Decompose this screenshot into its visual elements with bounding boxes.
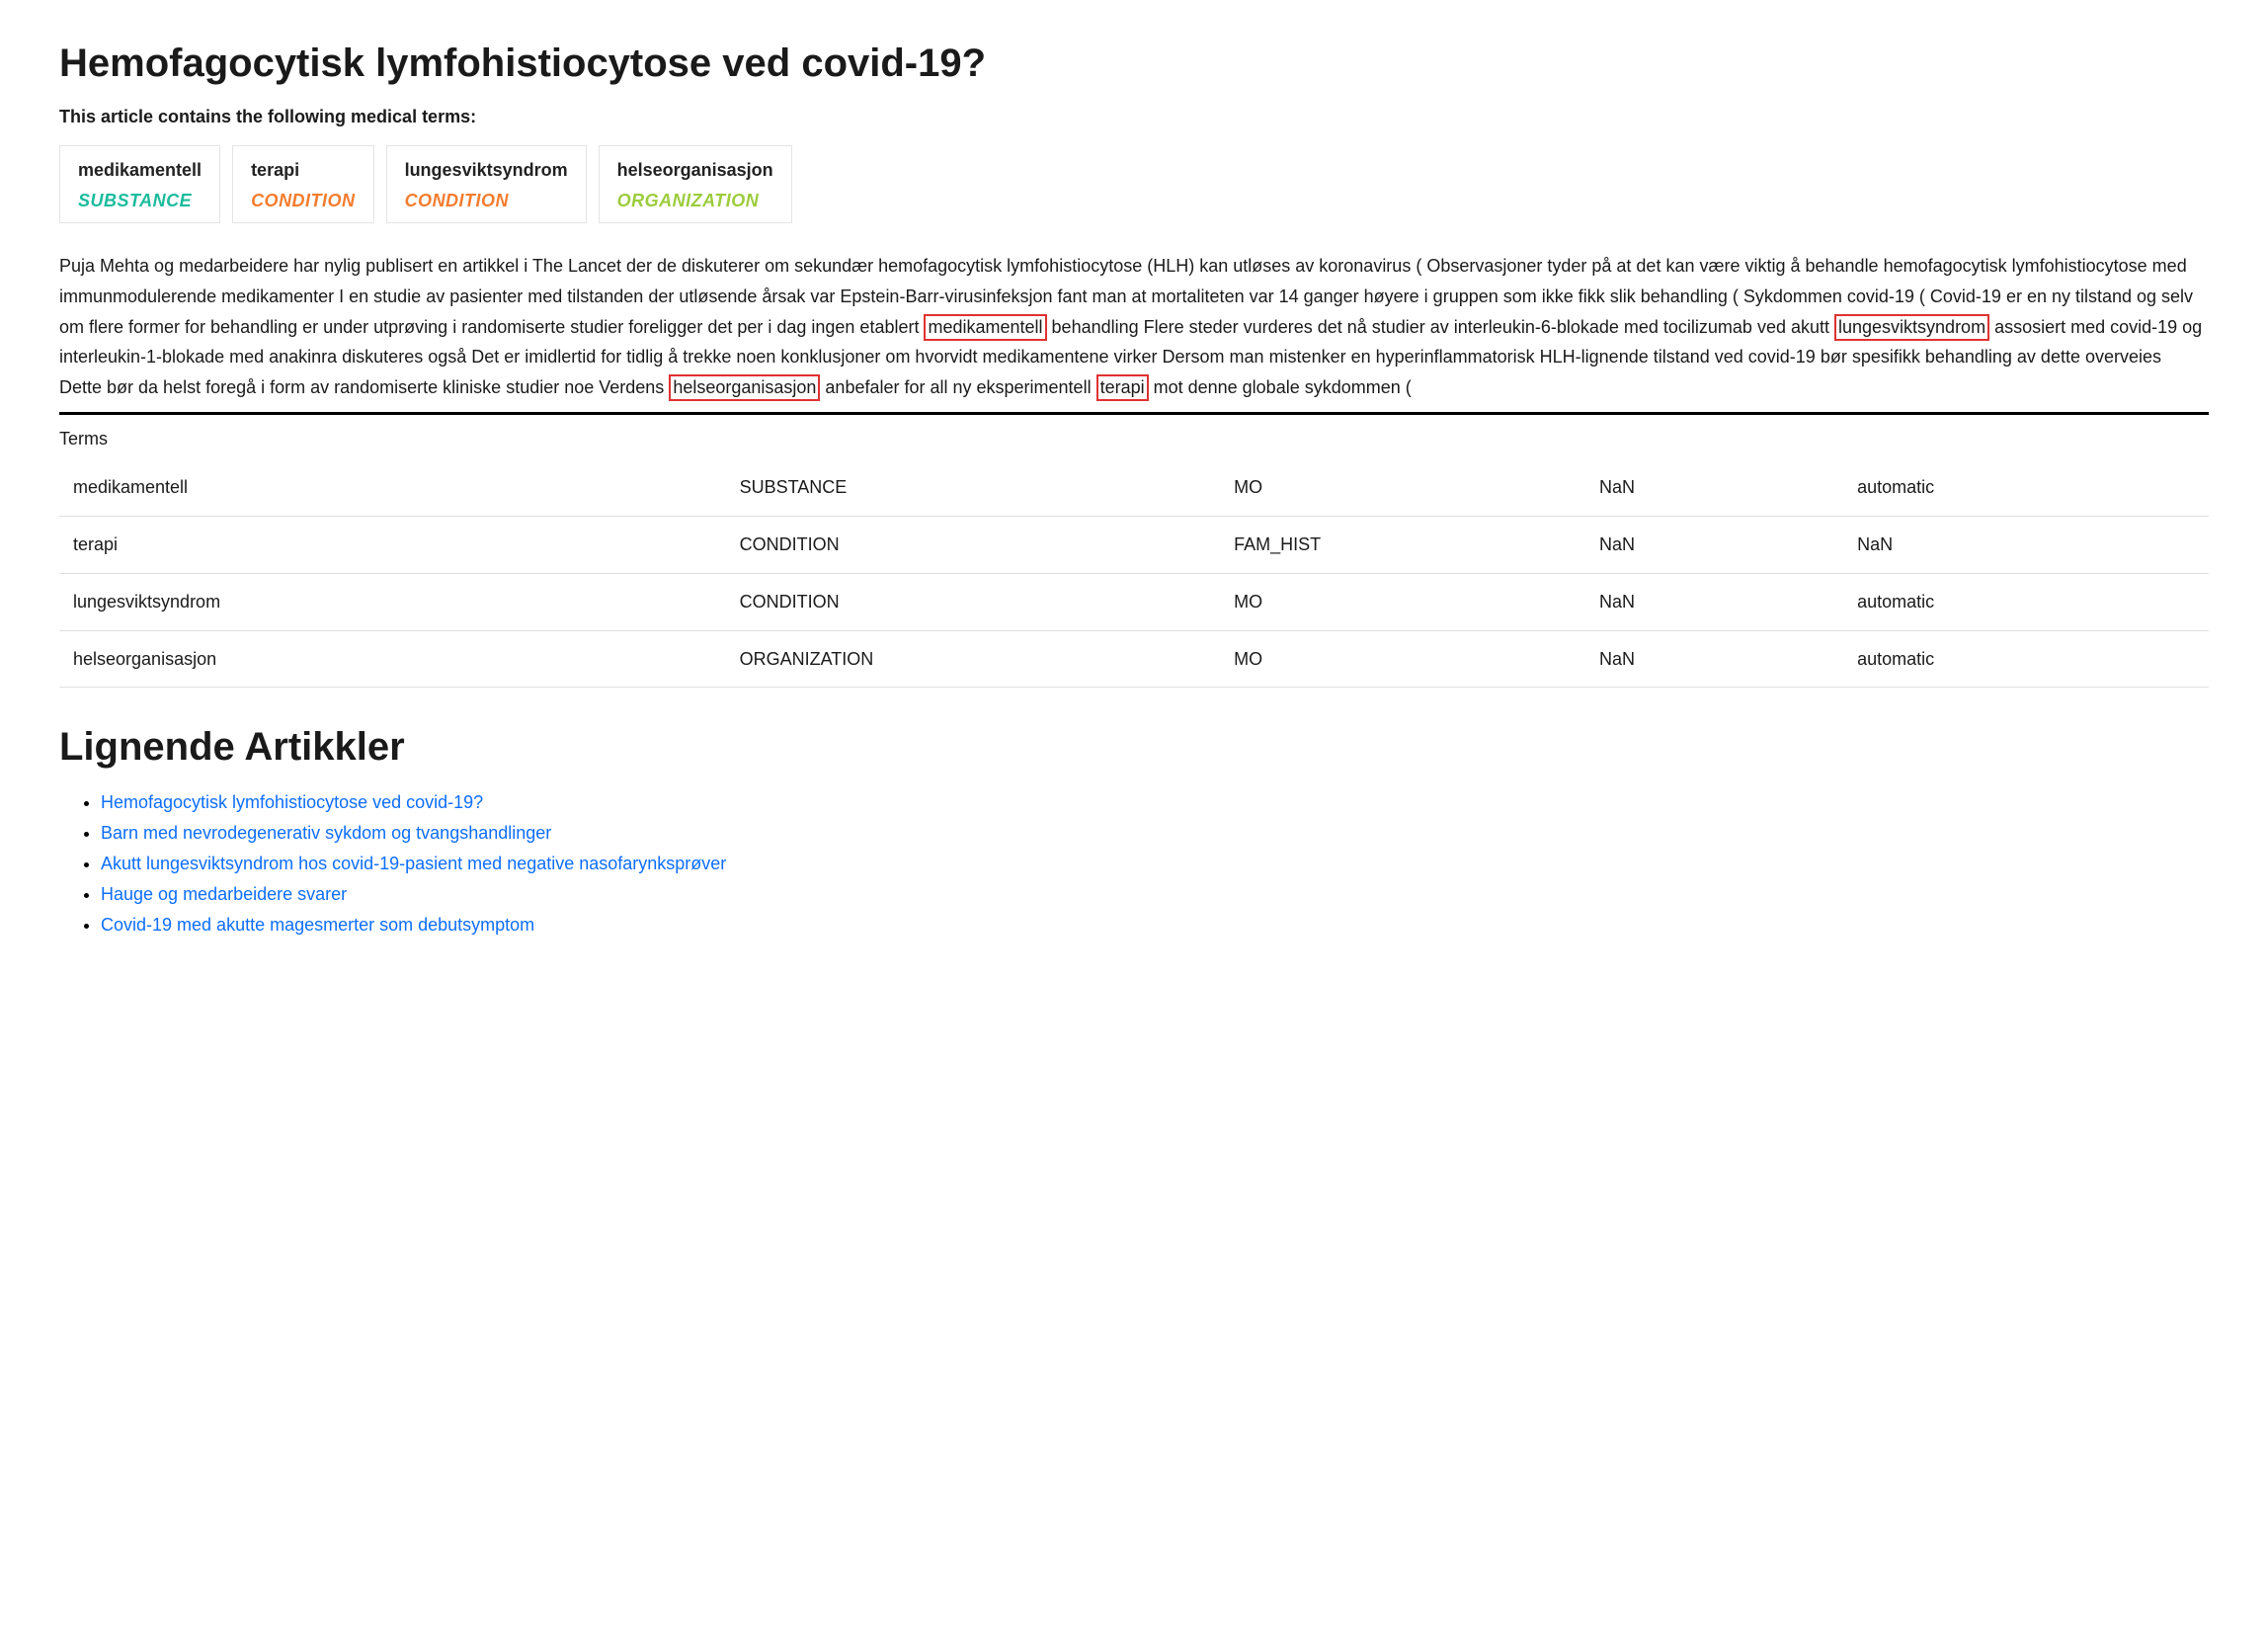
body-text: behandling Flere steder vurderes det nå …	[1047, 317, 1834, 337]
chip-type: SUBSTANCE	[78, 187, 202, 215]
highlighted-term: terapi	[1096, 374, 1149, 401]
body-text: mot denne globale sykdommen (	[1149, 377, 1412, 397]
chip-term: medikamentell	[78, 156, 202, 185]
intro-line: This article contains the following medi…	[59, 103, 2209, 131]
highlighted-term: lungesviktsyndrom	[1834, 314, 1989, 341]
table-row: lungesviktsyndromCONDITIONMONaNautomatic	[59, 573, 2209, 630]
list-item: Covid-19 med akutte magesmerter som debu…	[101, 911, 2209, 940]
chip-type: ORGANIZATION	[617, 187, 773, 215]
table-cell: CONDITION	[726, 516, 1220, 573]
term-chip: helseorganisasjonORGANIZATION	[599, 145, 792, 224]
table-cell: NaN	[1585, 516, 1843, 573]
table-cell: automatic	[1843, 459, 2209, 516]
table-cell: FAM_HIST	[1220, 516, 1585, 573]
table-cell: SUBSTANCE	[726, 459, 1220, 516]
table-cell: automatic	[1843, 573, 2209, 630]
chip-type: CONDITION	[405, 187, 568, 215]
highlighted-term: helseorganisasjon	[669, 374, 820, 401]
table-cell: NaN	[1585, 573, 1843, 630]
related-article-link[interactable]: Akutt lungesviktsyndrom hos covid-19-pas…	[101, 854, 726, 873]
related-article-link[interactable]: Barn med nevrodegenerativ sykdom og tvan…	[101, 823, 551, 843]
highlighted-term: medikamentell	[924, 314, 1046, 341]
article-body: Puja Mehta og medarbeidere har nylig pub…	[59, 251, 2209, 402]
list-item: Barn med nevrodegenerativ sykdom og tvan…	[101, 819, 2209, 848]
table-cell: helseorganisasjon	[59, 630, 726, 688]
table-row: helseorganisasjonORGANIZATIONMONaNautoma…	[59, 630, 2209, 688]
table-cell: NaN	[1585, 459, 1843, 516]
body-text: anbefaler for all ny eksperimentell	[820, 377, 1095, 397]
table-cell: ORGANIZATION	[726, 630, 1220, 688]
table-row: medikamentellSUBSTANCEMONaNautomatic	[59, 459, 2209, 516]
table-cell: MO	[1220, 630, 1585, 688]
related-links-list: Hemofagocytisk lymfohistiocytose ved cov…	[59, 788, 2209, 939]
table-cell: MO	[1220, 459, 1585, 516]
term-chip: terapiCONDITION	[232, 145, 374, 224]
chip-term: terapi	[251, 156, 356, 185]
page-title: Hemofagocytisk lymfohistiocytose ved cov…	[59, 40, 2209, 87]
table-cell: terapi	[59, 516, 726, 573]
term-chip: medikamentellSUBSTANCE	[59, 145, 220, 224]
divider	[59, 412, 2209, 415]
list-item: Hemofagocytisk lymfohistiocytose ved cov…	[101, 788, 2209, 817]
term-chips-row: medikamentellSUBSTANCEterapiCONDITIONlun…	[59, 145, 2209, 224]
related-article-link[interactable]: Hauge og medarbeidere svarer	[101, 884, 347, 904]
table-row: terapiCONDITIONFAM_HISTNaNNaN	[59, 516, 2209, 573]
terms-label: Terms	[59, 425, 2209, 453]
table-cell: automatic	[1843, 630, 2209, 688]
related-article-link[interactable]: Covid-19 med akutte magesmerter som debu…	[101, 915, 534, 935]
table-cell: MO	[1220, 573, 1585, 630]
list-item: Hauge og medarbeidere svarer	[101, 880, 2209, 909]
chip-term: lungesviktsyndrom	[405, 156, 568, 185]
list-item: Akutt lungesviktsyndrom hos covid-19-pas…	[101, 850, 2209, 878]
term-chip: lungesviktsyndromCONDITION	[386, 145, 587, 224]
table-cell: lungesviktsyndrom	[59, 573, 726, 630]
chip-type: CONDITION	[251, 187, 356, 215]
table-cell: medikamentell	[59, 459, 726, 516]
chip-term: helseorganisasjon	[617, 156, 773, 185]
table-cell: NaN	[1585, 630, 1843, 688]
table-cell: CONDITION	[726, 573, 1220, 630]
terms-table: medikamentellSUBSTANCEMONaNautomatictera…	[59, 459, 2209, 688]
table-cell: NaN	[1843, 516, 2209, 573]
related-article-link[interactable]: Hemofagocytisk lymfohistiocytose ved cov…	[101, 792, 483, 812]
related-heading: Lignende Artikkler	[59, 715, 2209, 778]
